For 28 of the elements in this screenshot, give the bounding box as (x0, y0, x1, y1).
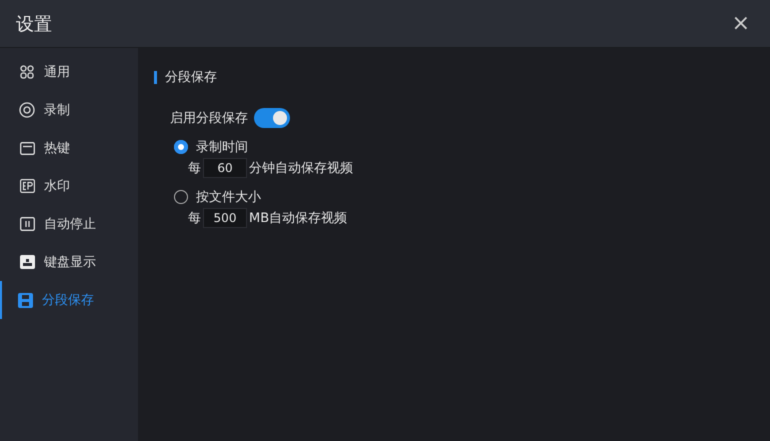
close-button[interactable]: × (728, 12, 754, 34)
radio-button[interactable] (174, 140, 188, 154)
sidebar-item[interactable]: 自动停止 (0, 205, 138, 243)
prefix-text: 每 (188, 210, 201, 227)
sidebar-item[interactable]: 录制 (0, 91, 138, 129)
pause-icon (20, 217, 34, 231)
watermark-icon (20, 179, 34, 193)
accent-bar (154, 70, 157, 84)
grid-icon (20, 65, 34, 79)
toggle-switch[interactable] (254, 108, 290, 128)
record-icon (19, 102, 35, 118)
suffix-text: MB自动保存视频 (249, 210, 348, 227)
sidebar-item[interactable]: 通用 (0, 53, 138, 91)
toggle-label: 启用分段保存 (170, 110, 248, 127)
prefix-text: 每 (188, 160, 201, 177)
suffix-text: 分钟自动保存视频 (249, 160, 353, 177)
input-field[interactable]: 60 (203, 158, 247, 178)
section-title: 分段保存 (165, 69, 217, 86)
sidebar-item[interactable]: 热键 (0, 129, 138, 167)
sidebar-item[interactable]: 水印 (0, 167, 138, 205)
input-field[interactable]: 500 (203, 208, 247, 228)
option-label: 录制时间 (196, 139, 248, 156)
window-title: 设置 (16, 12, 52, 36)
save-icon (18, 292, 32, 308)
sidebar-item[interactable]: 分段保存 (0, 281, 138, 319)
radio-button[interactable] (174, 190, 188, 204)
sidebar-item[interactable]: 键盘显示 (0, 243, 138, 281)
option-label: 按文件大小 (196, 189, 261, 206)
